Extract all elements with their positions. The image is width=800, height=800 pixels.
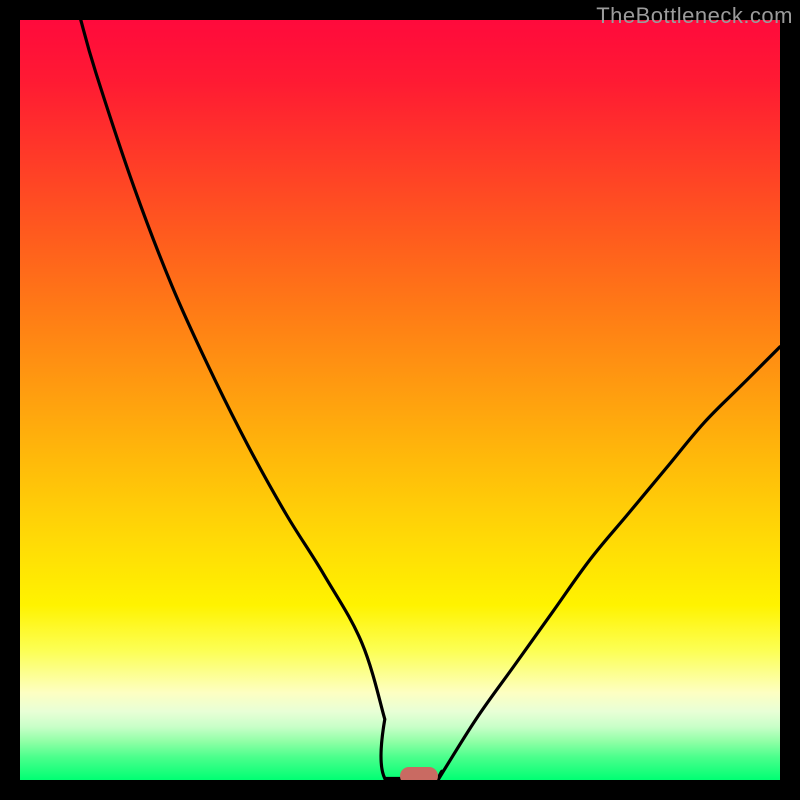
bottleneck-curve: [20, 20, 780, 780]
watermark-label: TheBottleneck.com: [596, 3, 793, 29]
plot-area: [20, 20, 780, 780]
optimal-point-marker: [400, 767, 438, 780]
chart-stage: TheBottleneck.com: [0, 0, 800, 800]
curve-path: [81, 20, 780, 780]
